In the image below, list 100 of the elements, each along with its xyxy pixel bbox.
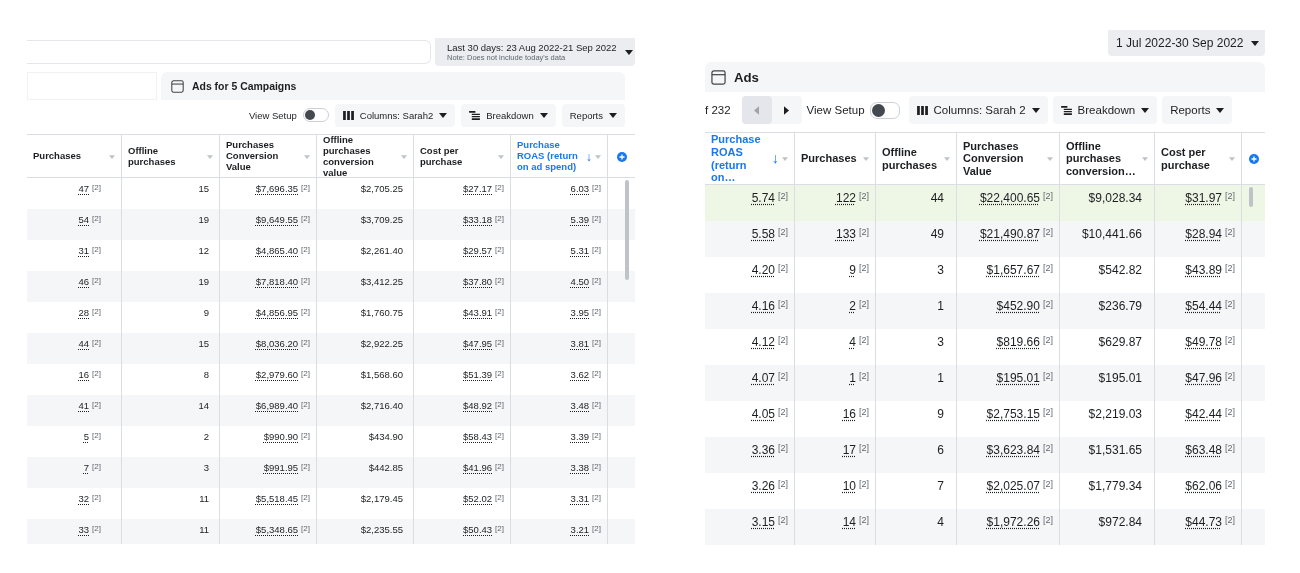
columns-button[interactable]: Columns: Sarah 2 <box>908 96 1048 124</box>
value-link[interactable]: $28.94 <box>1185 227 1222 241</box>
value-link[interactable]: 5.31 <box>570 245 590 256</box>
value-link[interactable]: $819.66 <box>996 335 1040 349</box>
view-setup-toggle[interactable] <box>869 101 900 119</box>
caret-icon[interactable] <box>498 154 504 159</box>
table-row[interactable]: 44 [2] 15 $8,036.20 [2] $2,922.25 $47.95 [2] 3.81 [2] <box>27 333 635 364</box>
value-link[interactable]: 4.50 <box>570 276 590 287</box>
value-link[interactable]: $7,696.35 <box>255 183 299 194</box>
value-link[interactable]: $63.48 <box>1185 443 1222 457</box>
value-link[interactable]: $2,753.15 <box>986 407 1040 421</box>
value-link[interactable]: $4,856.95 <box>255 307 299 318</box>
table-row[interactable]: 54 [2] 19 $9,649.55 [2] $3,709.25 $33.18 [2] 5.39 [2] <box>27 209 635 240</box>
caret-icon[interactable] <box>782 156 788 161</box>
caret-icon[interactable] <box>304 154 310 159</box>
value-link[interactable]: $42.44 <box>1185 407 1222 421</box>
value-link[interactable]: 10 <box>842 479 856 493</box>
value-link[interactable]: 44 <box>78 338 90 349</box>
caret-icon[interactable] <box>1229 156 1235 161</box>
value-link[interactable]: $3,623.84 <box>986 443 1040 457</box>
value-link[interactable]: $33.18 <box>463 214 493 225</box>
value-link[interactable]: $990.90 <box>263 431 299 442</box>
columns-button[interactable]: Columns: Sarah2 <box>334 103 456 127</box>
value-link[interactable]: 4.05 <box>751 407 775 421</box>
value-link[interactable]: $29.57 <box>463 245 493 256</box>
value-link[interactable]: 3.36 <box>751 443 775 457</box>
value-link[interactable]: 3.39 <box>570 431 590 442</box>
value-link[interactable]: $5,518.45 <box>255 493 299 504</box>
value-link[interactable]: 47 <box>78 183 90 194</box>
date-range-picker[interactable]: 1 Jul 2022-30 Sep 2022 <box>1108 30 1265 56</box>
add-column-icon[interactable] <box>1248 153 1259 164</box>
value-link[interactable]: 3.95 <box>570 307 590 318</box>
value-link[interactable]: $54.44 <box>1185 299 1222 313</box>
value-link[interactable]: 14 <box>842 515 856 529</box>
value-link[interactable]: $1,972.26 <box>986 515 1040 529</box>
table-row[interactable]: 41 [2] 14 $6,989.40 [2] $2,716.40 $48.92 [2] 3.48 [2] <box>27 395 635 426</box>
value-link[interactable]: 4.20 <box>751 263 775 277</box>
value-link[interactable]: $22,400.65 <box>979 191 1040 205</box>
caret-icon[interactable] <box>109 154 115 159</box>
column-header[interactable]: Cost per purchase <box>414 135 511 179</box>
value-link[interactable]: 5 <box>83 431 90 442</box>
value-link[interactable]: $2,025.07 <box>986 479 1040 493</box>
value-link[interactable]: 4.07 <box>751 371 775 385</box>
reports-button[interactable]: Reports <box>561 103 625 127</box>
value-link[interactable]: 16 <box>842 407 856 421</box>
breakdown-button[interactable]: Breakdown <box>461 103 556 127</box>
value-link[interactable]: 3.21 <box>570 524 590 535</box>
value-link[interactable]: 3.62 <box>570 369 590 380</box>
value-link[interactable]: $2,979.60 <box>255 369 299 380</box>
caret-icon[interactable] <box>401 154 407 159</box>
value-link[interactable]: $47.95 <box>463 338 493 349</box>
value-link[interactable]: $48.92 <box>463 400 493 411</box>
value-link[interactable]: 4 <box>849 335 856 349</box>
value-link[interactable]: $9,649.55 <box>255 214 299 225</box>
value-link[interactable]: $27.17 <box>463 183 493 194</box>
value-link[interactable]: $51.39 <box>463 369 493 380</box>
column-header[interactable]: Purchases <box>795 133 876 184</box>
value-link[interactable]: 122 <box>835 191 856 205</box>
value-link[interactable]: 31 <box>78 245 90 256</box>
value-link[interactable]: $8,036.20 <box>255 338 299 349</box>
table-row[interactable]: 33 [2] 11 $5,348.65 [2] $2,235.55 $50.43 [2] 3.21 [2] <box>27 519 635 544</box>
value-link[interactable]: $1,657.67 <box>986 263 1040 277</box>
caret-icon[interactable] <box>207 154 213 159</box>
value-link[interactable]: 9 <box>849 263 856 277</box>
value-link[interactable]: 33 <box>78 524 90 535</box>
column-header[interactable]: Purchase ROAS (return on… ↓ <box>705 133 795 184</box>
table-row[interactable]: 5.74 [2] 122 [2] 44 $22,400.65 [2] $9,028.34 $31.97 [2] <box>705 185 1265 221</box>
add-column-icon[interactable] <box>616 151 627 162</box>
table-row[interactable]: 3.15 [2] 14 [2] 4 $1,972.26 [2] $972.84 $44.73 [2] <box>705 509 1265 545</box>
value-link[interactable]: 4.12 <box>751 335 775 349</box>
value-link[interactable]: 2 <box>849 299 856 313</box>
value-link[interactable]: 5.58 <box>751 227 775 241</box>
breakdown-button[interactable]: Breakdown <box>1052 96 1158 124</box>
value-link[interactable]: 5.74 <box>751 191 775 205</box>
value-link[interactable]: 3.48 <box>570 400 590 411</box>
reports-button[interactable]: Reports <box>1162 96 1233 124</box>
value-link[interactable]: 32 <box>78 493 90 504</box>
value-link[interactable]: 16 <box>78 369 90 380</box>
caret-icon[interactable] <box>944 156 950 161</box>
value-link[interactable]: 1 <box>849 371 856 385</box>
column-header[interactable]: Offline purchases <box>122 135 220 179</box>
table-row[interactable]: 5.58 [2] 133 [2] 49 $21,490.87 [2] $10,441.66 $28.94 [2] <box>705 221 1265 257</box>
column-header[interactable]: Offline purchases conversion value <box>317 135 414 179</box>
value-link[interactable]: $44.73 <box>1185 515 1222 529</box>
table-row[interactable]: 7 [2] 3 $991.95 [2] $442.85 $41.96 [2] 3.38 [2] <box>27 457 635 488</box>
value-link[interactable]: $5,348.65 <box>255 524 299 535</box>
value-link[interactable]: $43.91 <box>463 307 493 318</box>
value-link[interactable]: $50.43 <box>463 524 493 535</box>
caret-icon[interactable] <box>1047 156 1053 161</box>
value-link[interactable]: 6.03 <box>570 183 590 194</box>
value-link[interactable]: $991.95 <box>263 462 299 473</box>
value-link[interactable]: $37.80 <box>463 276 493 287</box>
value-link[interactable]: 3.15 <box>751 515 775 529</box>
value-link[interactable]: $58.43 <box>463 431 493 442</box>
value-link[interactable]: 5.39 <box>570 214 590 225</box>
caret-icon[interactable] <box>863 156 869 161</box>
caret-icon[interactable] <box>1142 156 1148 161</box>
value-link[interactable]: $62.06 <box>1185 479 1222 493</box>
search-bar[interactable] <box>27 40 431 64</box>
scrollbar[interactable] <box>1249 187 1253 207</box>
